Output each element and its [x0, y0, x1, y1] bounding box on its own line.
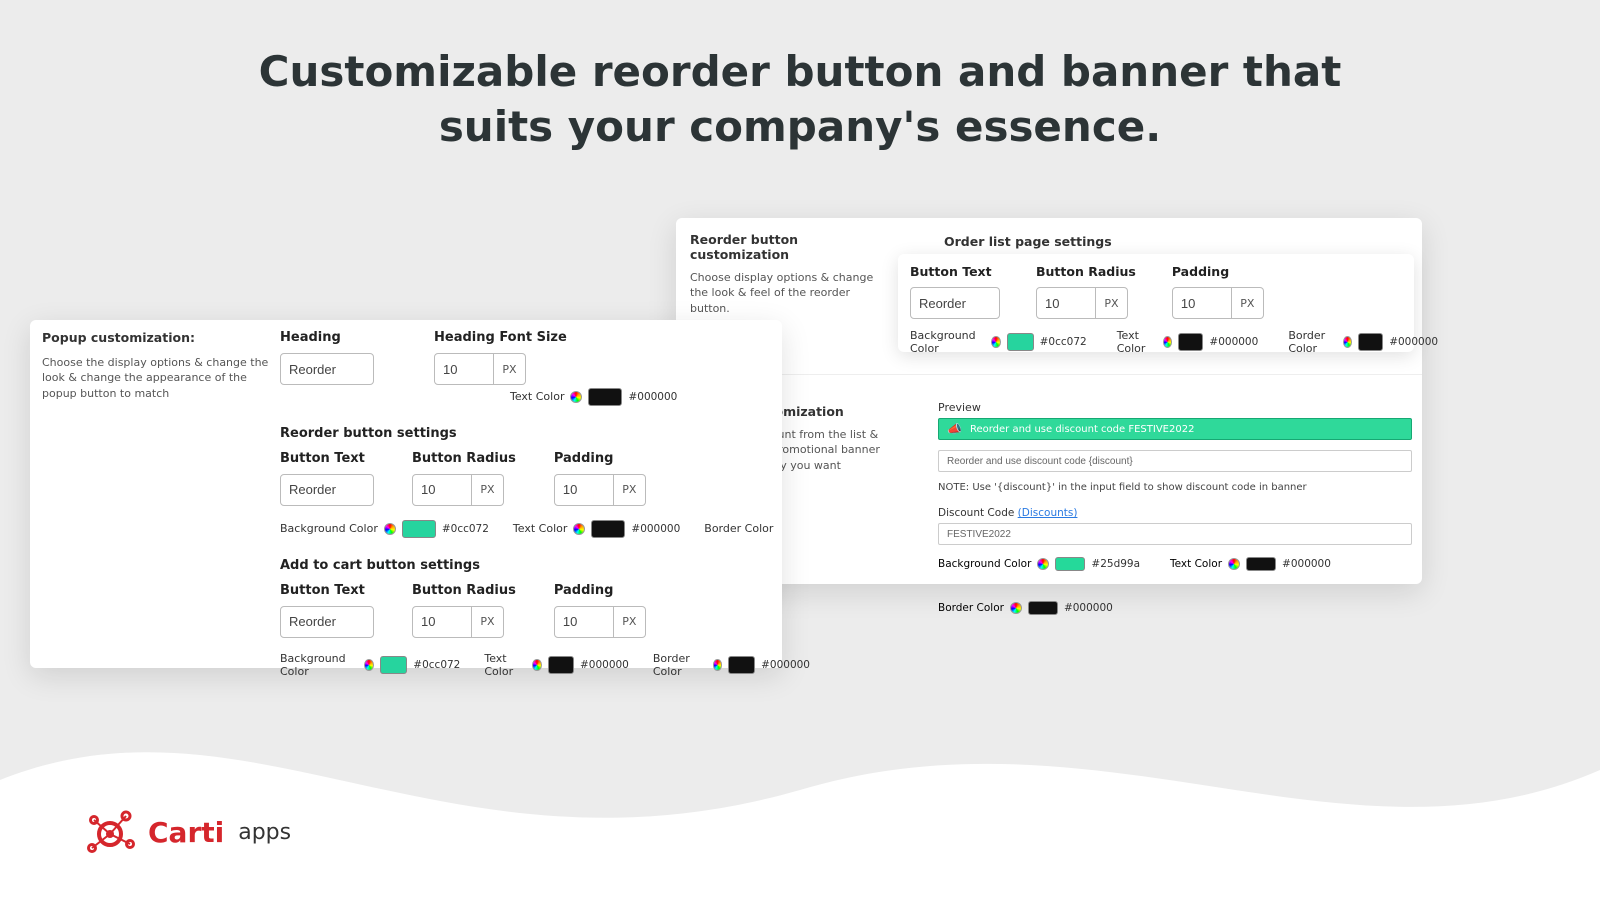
popup-title: Popup customization: — [42, 330, 270, 345]
rb-bg-swatch[interactable] — [402, 520, 436, 538]
heading-fontsize-label: Heading Font Size — [434, 330, 567, 345]
banner-preview: 📣 Reorder and use discount code FESTIVE2… — [938, 418, 1412, 440]
ol-bg-swatch[interactable] — [1007, 333, 1034, 351]
bn-tc-swatch[interactable] — [1246, 557, 1276, 571]
rb-tc-swatch[interactable] — [591, 520, 625, 538]
color-picker-icon[interactable] — [991, 336, 1001, 348]
bn-bg-label: Background Color — [938, 558, 1031, 570]
bn-bg-hex: #25d99a — [1091, 558, 1140, 570]
ol-btn-text-input[interactable] — [910, 287, 1000, 319]
rb-radius-unit: PX — [472, 474, 504, 506]
banner-preview-area: Preview 📣 Reorder and use discount code … — [938, 401, 1412, 615]
color-picker-icon[interactable] — [1163, 336, 1172, 348]
ac-btn-text-input[interactable] — [280, 606, 374, 638]
ac-padding-label: Padding — [554, 583, 646, 598]
heading-input[interactable] — [280, 353, 374, 385]
ol-btn-radius-label: Button Radius — [1036, 264, 1136, 279]
addcart-section-title: Add to cart button settings — [280, 558, 810, 573]
ol-bc-label: Border Color — [1288, 329, 1337, 355]
bn-bc-label: Border Color — [938, 602, 1004, 614]
bn-bc-hex: #000000 — [1064, 602, 1113, 614]
ol-bg-label: Background Color — [910, 329, 985, 355]
rb-btn-radius-label: Button Radius — [412, 451, 516, 466]
page-headline: Customizable reorder button and banner t… — [0, 45, 1600, 154]
rb-bg-label: Background Color — [280, 522, 378, 535]
bn-tc-hex: #000000 — [1282, 558, 1331, 570]
preview-label: Preview — [938, 401, 1412, 414]
bn-bg-swatch[interactable] — [1055, 557, 1085, 571]
bn-bc-swatch[interactable] — [1028, 601, 1058, 615]
ac-radius-unit: PX — [472, 606, 504, 638]
heading-textcolor-label: Text Color — [510, 390, 564, 403]
rb-btn-text-label: Button Text — [280, 451, 374, 466]
rb-padding-label: Padding — [554, 451, 646, 466]
ol-radius-unit: PX — [1096, 287, 1128, 319]
color-picker-icon[interactable] — [1010, 602, 1022, 614]
ol-tc-label: Text Color — [1117, 329, 1157, 355]
ac-btn-radius-label: Button Radius — [412, 583, 516, 598]
headline-line2: suits your company's essence. — [439, 102, 1161, 151]
rb-tc-hex: #000000 — [631, 523, 680, 535]
discount-code-label: Discount Code — [938, 507, 1014, 519]
orderlist-left-desc: Choose display options & change the look… — [690, 270, 890, 316]
popup-card: Popup customization: Choose the display … — [30, 320, 782, 668]
discounts-link[interactable]: (Discounts) — [1018, 507, 1078, 519]
discount-code-input[interactable] — [938, 523, 1412, 545]
heading-fontsize-input[interactable] — [434, 353, 494, 385]
color-picker-icon[interactable] — [384, 523, 396, 535]
popup-right-panel: Heading Heading Font Size PX Text Color … — [280, 330, 810, 678]
ac-btn-radius-input[interactable] — [412, 606, 472, 638]
heading-textcolor-hex: #000000 — [628, 391, 677, 403]
color-picker-icon[interactable] — [573, 523, 585, 535]
rb-btn-text-input[interactable] — [280, 474, 374, 506]
orderlist-left-title: Reorder button customization — [690, 232, 890, 262]
ac-padding-unit: PX — [614, 606, 646, 638]
color-picker-icon[interactable] — [1228, 558, 1240, 570]
ol-padding-unit: PX — [1232, 287, 1264, 319]
color-picker-icon[interactable] — [570, 391, 582, 403]
heading-fontsize-unit: PX — [494, 353, 526, 385]
rb-bg-hex: #0cc072 — [442, 523, 489, 535]
heading-textcolor-swatch[interactable] — [588, 388, 622, 406]
wave-decor — [0, 660, 1600, 920]
color-picker-icon[interactable] — [1037, 558, 1049, 570]
ac-btn-text-label: Button Text — [280, 583, 374, 598]
color-picker-icon[interactable] — [1343, 336, 1352, 348]
rb-padding-unit: PX — [614, 474, 646, 506]
ol-btn-text-label: Button Text — [910, 264, 1000, 279]
bn-tc-label: Text Color — [1170, 558, 1222, 570]
banner-template-input[interactable] — [938, 450, 1412, 472]
heading-label: Heading — [280, 330, 374, 345]
headline-line1: Customizable reorder button and banner t… — [259, 47, 1342, 96]
popup-desc: Choose the display options & change the … — [42, 355, 270, 401]
ol-tc-hex: #000000 — [1209, 336, 1258, 348]
brand-sub: apps — [238, 820, 291, 845]
ol-padding-input[interactable] — [1172, 287, 1232, 319]
brand-icon — [82, 804, 138, 860]
orderlist-section-title: Order list page settings — [944, 234, 1112, 249]
ac-padding-input[interactable] — [554, 606, 614, 638]
banner-preview-text: Reorder and use discount code FESTIVE202… — [970, 424, 1194, 435]
ol-bg-hex: #0cc072 — [1040, 336, 1087, 348]
megaphone-icon: 📣 — [947, 422, 962, 436]
ol-btn-radius-input[interactable] — [1036, 287, 1096, 319]
rb-tc-label: Text Color — [513, 522, 567, 535]
popup-left-panel: Popup customization: Choose the display … — [42, 330, 270, 401]
rb-btn-radius-input[interactable] — [412, 474, 472, 506]
brand-name: Carti — [148, 816, 224, 849]
reorder-section-title: Reorder button settings — [280, 426, 810, 441]
orderlist-left-panel: Reorder button customization Choose disp… — [690, 232, 890, 316]
ol-bc-swatch[interactable] — [1358, 333, 1383, 351]
ol-padding-label: Padding — [1172, 264, 1264, 279]
ol-tc-swatch[interactable] — [1178, 333, 1203, 351]
ol-bc-hex: #000000 — [1389, 336, 1438, 348]
banner-note: NOTE: Use '{discount}' in the input fiel… — [938, 482, 1412, 493]
brand-logo: Carti apps — [82, 804, 291, 860]
orderlist-inner-card: Button Text Button Radius PX Padding PX — [898, 254, 1414, 352]
rb-padding-input[interactable] — [554, 474, 614, 506]
rb-bc-label: Border Color — [704, 522, 773, 535]
